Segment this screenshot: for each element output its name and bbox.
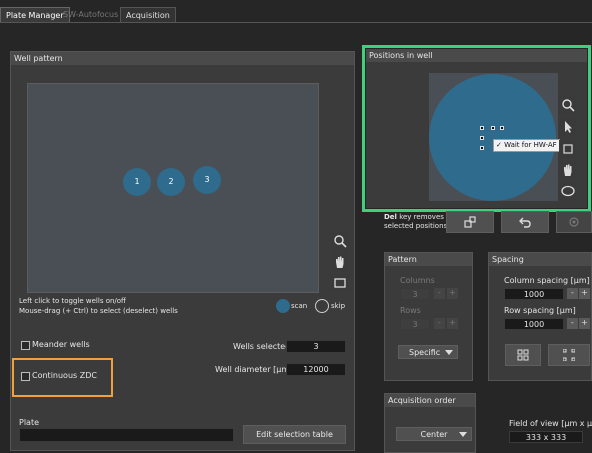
columns-increment[interactable]: +	[447, 288, 458, 299]
del-key-hint-line2: selected positions	[384, 222, 448, 230]
columns-input[interactable]: 3	[400, 288, 430, 300]
skip-legend-label: skip	[331, 302, 346, 310]
zoom-icon[interactable]	[331, 232, 349, 250]
chevron-down-icon	[445, 350, 453, 355]
edit-selection-table-button[interactable]: Edit selection table	[243, 425, 346, 444]
spacing-title: Spacing	[489, 253, 591, 266]
ellipse-select-icon[interactable]	[559, 182, 577, 200]
arrange-positions-button[interactable]	[446, 211, 494, 233]
acquisition-order-dropdown[interactable]: Center	[396, 427, 472, 441]
del-key-text: Del	[384, 213, 397, 221]
position-marker[interactable]	[480, 136, 484, 140]
positions-in-well-title: Positions in well	[366, 49, 587, 62]
help-text-toggle: Left click to toggle wells on/off	[19, 297, 126, 305]
rows-label: Rows	[400, 306, 421, 315]
field-of-view-label: Field of view [µm x µm	[509, 419, 592, 428]
row-spacing-decrement[interactable]: -	[567, 318, 578, 329]
columns-label: Columns	[400, 276, 435, 285]
scan-legend-dot	[276, 299, 290, 313]
columns-decrement[interactable]: -	[434, 288, 445, 299]
context-menu-wait-for-hw-af[interactable]: ✓ Wait for HW-AF	[493, 139, 560, 152]
meander-wells-checkbox[interactable]	[21, 341, 30, 350]
column-spacing-increment[interactable]: +	[579, 288, 590, 299]
rows-decrement[interactable]: -	[434, 318, 445, 329]
grid-layout-button[interactable]	[505, 344, 541, 366]
column-spacing-input[interactable]: 1000	[504, 288, 564, 300]
skip-legend-dot	[315, 299, 329, 313]
well-diameter-input[interactable]: 12000	[286, 363, 346, 376]
add-position-icon[interactable]	[559, 140, 577, 158]
plate-label: Plate	[19, 418, 40, 427]
continuous-zdc-label: Continuous ZDC	[32, 371, 97, 380]
chevron-down-icon	[459, 432, 467, 437]
rectangle-select-icon[interactable]	[331, 274, 349, 292]
well-3[interactable]: 3	[193, 166, 221, 194]
rows-input[interactable]: 3	[400, 318, 430, 330]
well-2[interactable]: 2	[157, 168, 185, 196]
position-marker[interactable]	[480, 126, 484, 130]
hand-pan-icon[interactable]	[559, 161, 577, 179]
pattern-mode-value: Specific	[409, 348, 441, 357]
pattern-panel: Pattern	[384, 252, 473, 381]
scan-legend-label: scan	[291, 302, 308, 310]
well-1[interactable]: 1	[123, 168, 151, 196]
help-text-drag: Mouse-drag (+ Ctrl) to select (deselect)…	[19, 307, 178, 315]
wells-selected-value: 3	[286, 340, 346, 353]
zoom-icon[interactable]	[559, 96, 577, 114]
plate-input[interactable]	[19, 428, 234, 442]
field-of-view-value: 333 x 333	[509, 431, 583, 443]
pattern-mode-dropdown[interactable]: Specific	[398, 345, 458, 359]
acquisition-order-panel: Acquisition order	[384, 393, 476, 453]
well-pattern-title: Well pattern	[11, 52, 354, 65]
pattern-title: Pattern	[385, 253, 472, 266]
wells-selected-label: Wells selected	[233, 342, 291, 351]
grid-settings-button[interactable]	[556, 211, 592, 233]
rows-increment[interactable]: +	[447, 318, 458, 329]
column-spacing-label: Column spacing [µm]	[504, 276, 590, 285]
row-spacing-label: Row spacing [µm]	[504, 306, 576, 315]
row-spacing-increment[interactable]: +	[579, 318, 590, 329]
pointer-icon[interactable]	[559, 118, 577, 136]
position-marker[interactable]	[491, 126, 495, 130]
del-key-hint: Del key removes	[384, 213, 444, 221]
well-circle	[429, 74, 556, 201]
column-spacing-decrement[interactable]: -	[567, 288, 578, 299]
meander-wells-label: Meander wells	[32, 340, 90, 349]
undo-button[interactable]	[501, 211, 549, 233]
tab-sw-autofocus[interactable]: SW-Autofocus	[58, 7, 123, 22]
position-marker[interactable]	[480, 146, 484, 150]
acquisition-order-value: Center	[420, 430, 448, 439]
well-diameter-label: Well diameter [µm]	[215, 365, 293, 374]
row-spacing-input[interactable]: 1000	[504, 318, 564, 330]
hand-pan-icon[interactable]	[331, 253, 349, 271]
acquisition-order-title: Acquisition order	[385, 394, 475, 407]
tab-acquisition[interactable]: Acquisition	[120, 7, 176, 22]
position-marker[interactable]	[500, 126, 504, 130]
continuous-zdc-checkbox[interactable]	[21, 372, 30, 381]
del-key-rest: key removes	[396, 213, 444, 221]
tab-bar-divider	[0, 22, 592, 23]
spread-layout-button[interactable]	[548, 344, 590, 366]
